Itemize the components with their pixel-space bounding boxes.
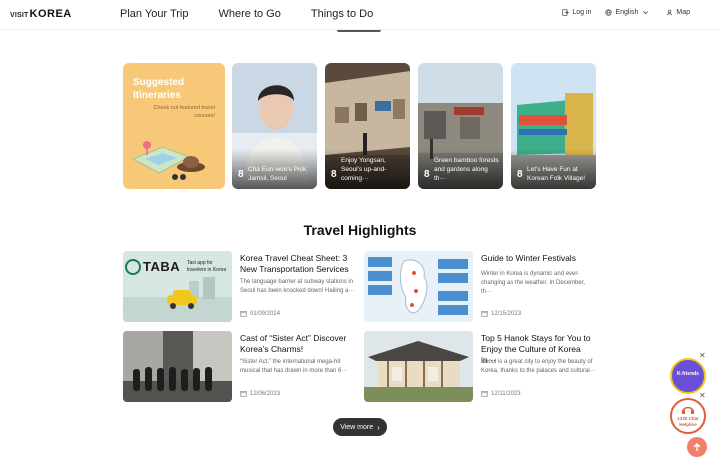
highlight-thumbnail bbox=[364, 251, 473, 322]
logo-korea: KOREA bbox=[29, 8, 72, 20]
close-icon[interactable]: ✕ bbox=[699, 351, 706, 360]
logo-visit: VISIT bbox=[10, 12, 29, 19]
card-number: 8 bbox=[331, 169, 337, 180]
highlight-date: 12/06/2023 bbox=[240, 390, 280, 397]
nav-where-to-go[interactable]: Where to Go bbox=[219, 8, 281, 20]
arrow-up-icon bbox=[693, 443, 701, 451]
section-title: Travel Highlights bbox=[303, 222, 417, 238]
card-caption: Cha Eun-woo's Pick: Jamsil, Seoul bbox=[248, 166, 308, 182]
itinerary-card[interactable]: 8 Enjoy Yongsan, Seoul's up-and-coming··… bbox=[325, 63, 410, 189]
itinerary-card[interactable]: 8 Green bamboo forests and gardens along… bbox=[418, 63, 503, 189]
winter-festival-map-graphic bbox=[364, 251, 473, 322]
login-icon bbox=[562, 9, 570, 16]
itinerary-card[interactable]: 8 Let's Have Fun at Korean Folk Village! bbox=[511, 63, 596, 189]
scroll-to-top-button[interactable] bbox=[687, 437, 707, 457]
calendar-icon bbox=[481, 391, 488, 397]
highlight-date-text: 01/09/2024 bbox=[250, 310, 281, 317]
highlight-item[interactable]: Top 5 Hanok Stays for You to Enjoy the C… bbox=[364, 331, 604, 403]
helpline-label: 1330 Chat Helpline bbox=[677, 416, 699, 427]
kfriends-label: K-friends bbox=[677, 371, 699, 377]
highlight-date-text: 12/11/2023 bbox=[491, 390, 521, 397]
highlight-date-text: 12/06/2023 bbox=[250, 390, 281, 397]
highlight-date: 12/11/2023 bbox=[481, 390, 521, 397]
map-label: Map bbox=[676, 9, 690, 16]
calendar-icon bbox=[481, 311, 488, 317]
calendar-icon bbox=[240, 391, 247, 397]
card-caption: Enjoy Yongsan, Seoul's up-and-coming··· bbox=[341, 157, 387, 182]
view-more-label: View more bbox=[340, 423, 374, 431]
sister-act-cast-photo bbox=[123, 331, 232, 402]
calendar-icon bbox=[240, 311, 247, 317]
hanok-stay-photo bbox=[364, 331, 473, 402]
language-selector[interactable]: English bbox=[605, 9, 652, 16]
utility-menu: Log in English Map bbox=[548, 9, 690, 16]
itinerary-card[interactable]: 8 Cha Eun-woo's Pick: Jamsil, Seoul bbox=[232, 63, 317, 189]
highlight-description: Winter in Korea is dynamic and ever-chan… bbox=[481, 271, 586, 295]
highlight-thumbnail bbox=[364, 331, 473, 402]
highlight-item[interactable]: TABA Taxi app for travelers in Korea Kor… bbox=[123, 251, 363, 323]
map-button[interactable]: Map bbox=[666, 9, 690, 16]
site-header: VISIT KOREA Plan Your Trip Where to Go T… bbox=[0, 0, 720, 30]
card-caption: Green bamboo forests and gardens along t… bbox=[434, 157, 499, 182]
map-illustration-icon bbox=[131, 141, 205, 180]
chevron-down-icon bbox=[643, 11, 649, 15]
nav-things-to-do[interactable]: Things to Do bbox=[311, 8, 373, 20]
language-label: English bbox=[615, 9, 639, 16]
headset-icon bbox=[682, 406, 694, 414]
highlight-thumbnail: TABA Taxi app for travelers in Korea bbox=[123, 251, 232, 322]
promo-subtitle: Check out featured travel courses! bbox=[153, 105, 215, 119]
main-nav: Plan Your Trip Where to Go Things to Do bbox=[120, 8, 403, 20]
nav-plan-your-trip[interactable]: Plan Your Trip bbox=[120, 8, 189, 20]
card-caption: Let's Have Fun at Korean Folk Village! bbox=[527, 166, 586, 182]
suggested-itineraries-card[interactable]: Suggested Itineraries Check out featured… bbox=[123, 63, 225, 189]
view-more-button[interactable]: View more › bbox=[333, 418, 387, 436]
chevron-right-icon: › bbox=[377, 422, 380, 432]
taba-tagline: Taxi app for travelers in Korea bbox=[187, 260, 227, 273]
header-scroll-indicator bbox=[337, 30, 381, 32]
promo-title: Suggested Itineraries bbox=[133, 77, 185, 101]
close-icon[interactable]: ✕ bbox=[699, 391, 706, 400]
highlight-description: Seoul is a great city to enjoy the beaut… bbox=[481, 359, 596, 374]
highlight-title[interactable]: Korea Travel Cheat Sheet: 3 New Transpor… bbox=[240, 253, 356, 275]
highlight-date: 01/09/2024 bbox=[240, 310, 280, 317]
highlight-description: “Sister Act,” the international mega-hit… bbox=[240, 359, 348, 374]
highlight-date: 12/15/2023 bbox=[481, 310, 521, 317]
kfriends-button[interactable]: K-friends bbox=[670, 358, 706, 394]
taba-brand: TABA bbox=[143, 259, 181, 274]
card-number: 8 bbox=[517, 169, 523, 180]
card-number: 8 bbox=[238, 169, 244, 180]
highlight-item[interactable]: Cast of “Sister Act” Discover Korea’s Ch… bbox=[123, 331, 363, 403]
highlight-title[interactable]: Guide to Winter Festivals bbox=[481, 253, 597, 264]
visit-korea-logo[interactable]: VISIT KOREA bbox=[10, 8, 72, 20]
card-number: 8 bbox=[424, 169, 430, 180]
highlight-date-text: 12/15/2023 bbox=[491, 310, 522, 317]
highlight-item[interactable]: Guide to Winter Festivals Winter in Kore… bbox=[364, 251, 604, 323]
globe-icon bbox=[605, 9, 613, 16]
map-pin-icon bbox=[667, 9, 673, 16]
highlight-title[interactable]: Cast of “Sister Act” Discover Korea’s Ch… bbox=[240, 333, 356, 355]
login-button[interactable]: Log in bbox=[562, 9, 591, 16]
highlight-description: The language barrier at subway stations … bbox=[240, 279, 355, 294]
login-label: Log in bbox=[572, 9, 592, 16]
chat-helpline-button[interactable]: 1330 Chat Helpline bbox=[670, 398, 706, 434]
highlight-thumbnail bbox=[123, 331, 232, 402]
